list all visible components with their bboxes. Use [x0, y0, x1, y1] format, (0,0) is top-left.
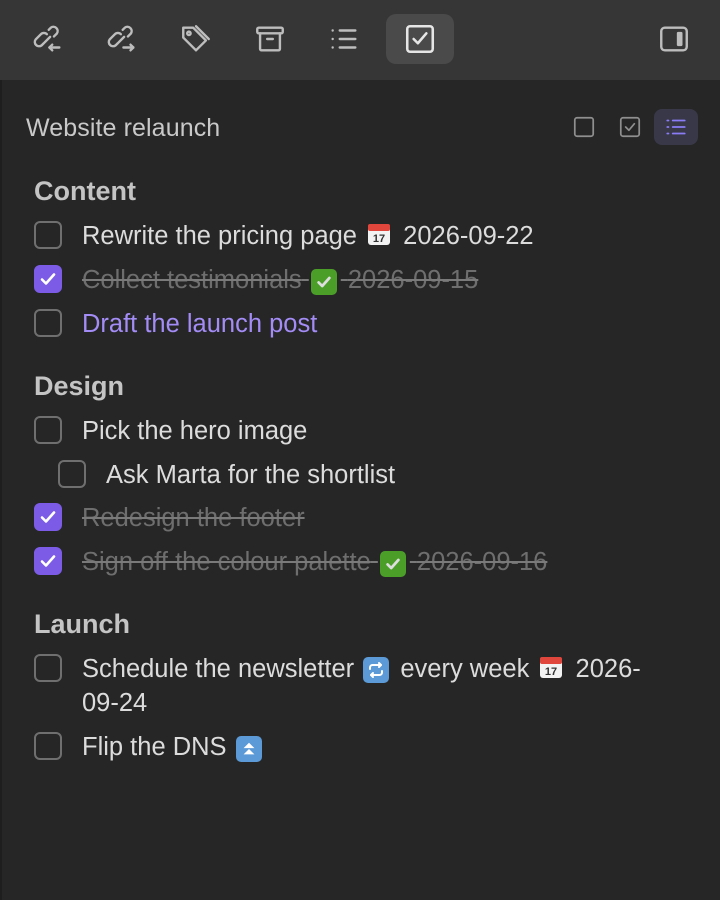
task-text: Ask Marta for the shortlist [106, 461, 396, 489]
task-text: Rewrite the pricing page 17 2026-09-22 [82, 222, 534, 250]
task-item: Rewrite the pricing page 17 2026-09-22 [34, 219, 534, 253]
task-item: Collect testimonials 2026-09-15 [34, 263, 478, 297]
tasks-icon [405, 24, 435, 54]
checkmark-icon [40, 273, 56, 285]
tasks-panel: Website relaunch Content Rewrite the pri… [0, 80, 720, 900]
done-check-icon [379, 551, 406, 577]
svg-text:17: 17 [373, 233, 385, 245]
calendar-icon: 17 [368, 224, 391, 245]
task-checkbox[interactable] [58, 460, 86, 488]
task-text: Flip the DNS [82, 730, 266, 764]
tags-button[interactable] [170, 14, 222, 64]
outgoing-links-icon [107, 25, 135, 52]
sidebar-toggle-button[interactable] [648, 14, 700, 64]
task-text: Collect testimonials 2026-09-15 [82, 266, 479, 295]
archive-icon [256, 26, 284, 52]
task-text: Redesign the footer [82, 504, 305, 532]
task-item: Sign off the colour palette 2026-09-16 [34, 545, 547, 579]
backlinks-icon [33, 25, 61, 52]
done-check-icon [310, 269, 337, 295]
section-heading: Design [34, 371, 125, 401]
task-item-subtask: Ask Marta for the shortlist [58, 458, 395, 492]
svg-text:17: 17 [545, 666, 557, 678]
backlinks-button[interactable] [22, 14, 74, 64]
tags-icon [182, 25, 210, 52]
task-checkbox[interactable] [34, 416, 62, 444]
tasks-button[interactable] [386, 14, 454, 64]
checkmark-icon [40, 555, 56, 567]
outline-button[interactable] [318, 14, 370, 64]
task-link[interactable]: Draft the launch post [82, 307, 317, 341]
task-text: Sign off the colour palette 2026-09-16 [82, 548, 548, 577]
toolbar [0, 0, 720, 80]
checked-square-icon [619, 116, 641, 138]
task-item: Redesign the footer [34, 501, 305, 535]
panel-title: Website relaunch [26, 114, 221, 142]
section-heading: Launch [34, 609, 131, 639]
unchecked-square-icon [573, 116, 595, 138]
list-icon [666, 119, 686, 135]
view-unchecked-button[interactable] [562, 109, 606, 145]
task-checkbox[interactable] [34, 309, 62, 337]
repeat-icon [363, 657, 390, 683]
outgoing-links-button[interactable] [96, 14, 148, 64]
task-item: Draft the launch post [34, 307, 317, 341]
outline-icon [331, 29, 357, 49]
task-checkbox[interactable] [34, 654, 62, 682]
view-list-button[interactable] [654, 109, 698, 145]
task-checkbox[interactable] [34, 732, 62, 760]
task-text: Schedule the newsletter every week 17 20… [82, 655, 641, 717]
task-checkbox-checked[interactable] [34, 265, 62, 293]
task-item: Flip the DNS [34, 730, 266, 764]
task-item: Schedule the newsletter every week 17 20… [34, 652, 684, 720]
task-text: Pick the hero image [82, 417, 308, 445]
task-checkbox[interactable] [34, 221, 62, 249]
task-checkbox-checked[interactable] [34, 547, 62, 575]
archive-button[interactable] [244, 14, 296, 64]
task-checkbox-checked[interactable] [34, 503, 62, 531]
calendar-icon: 17 [540, 657, 563, 678]
section-heading: Content [34, 176, 136, 206]
task-item: Pick the hero image [34, 414, 307, 448]
view-checked-button[interactable] [608, 109, 652, 145]
priority-high-icon [235, 736, 262, 762]
sidebar-toggle-icon [660, 26, 688, 52]
checkmark-icon [40, 511, 56, 523]
